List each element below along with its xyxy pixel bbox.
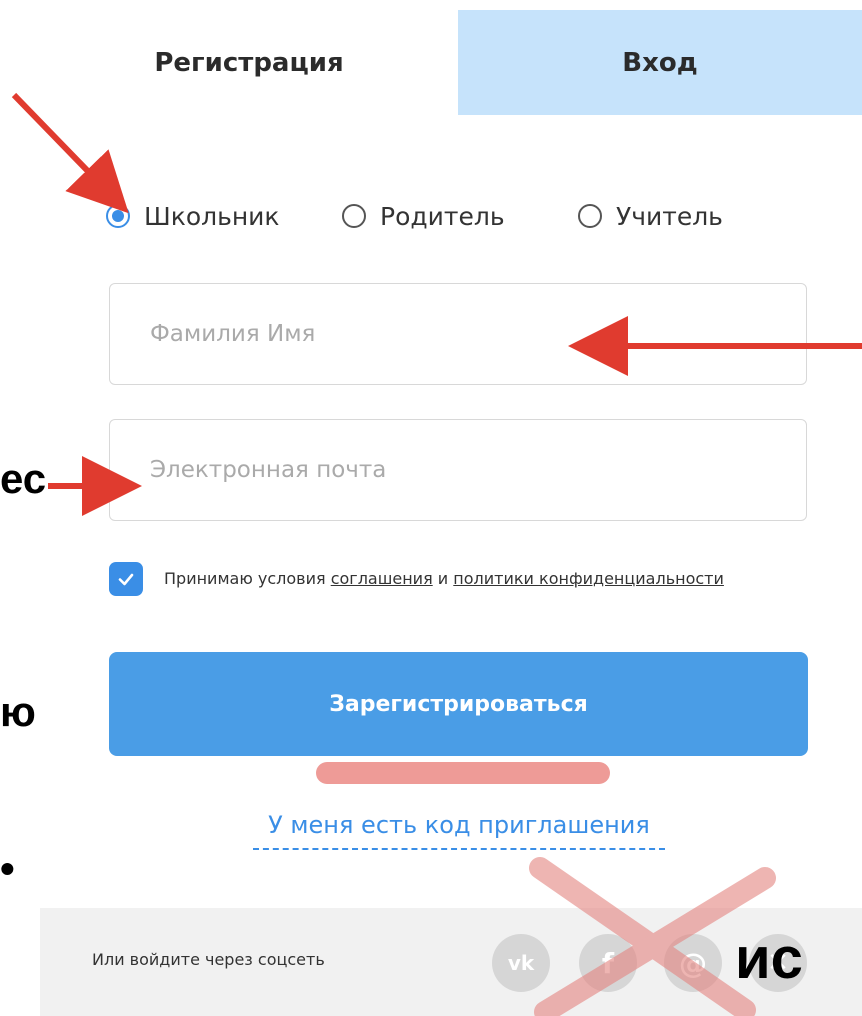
overlay-fragment-4: ис xyxy=(735,926,803,991)
radio-student[interactable] xyxy=(106,204,130,228)
role-option-teacher[interactable]: Учитель xyxy=(578,190,723,242)
check-icon xyxy=(118,573,134,586)
name-field[interactable] xyxy=(109,283,807,385)
agreement-checkbox[interactable] xyxy=(109,562,143,596)
role-label-teacher: Учитель xyxy=(616,201,723,231)
agreement-link[interactable]: соглашения xyxy=(331,569,433,588)
social-login-label: Или войдите через соцсеть xyxy=(92,950,325,969)
role-option-student[interactable]: Школьник xyxy=(106,190,280,242)
email-field[interactable] xyxy=(109,419,807,521)
invite-code-link[interactable]: У меня есть код приглашения xyxy=(253,806,665,850)
agreement-text: Принимаю условия соглашения и политики к… xyxy=(164,564,724,594)
annotation-highlight xyxy=(316,762,610,784)
agreement-prefix: Принимаю условия xyxy=(164,569,331,588)
tab-login-label: Вход xyxy=(622,47,698,78)
facebook-icon[interactable]: f xyxy=(579,934,637,992)
role-option-parent[interactable]: Родитель xyxy=(342,190,505,242)
role-label-student: Школьник xyxy=(144,201,280,231)
agreement-row: Принимаю условия соглашения и политики к… xyxy=(109,560,769,630)
tab-login[interactable]: Вход xyxy=(458,10,862,115)
overlay-fragment-1: ес xyxy=(0,455,47,502)
radio-teacher[interactable] xyxy=(578,204,602,228)
role-label-parent: Родитель xyxy=(380,201,505,231)
tab-register[interactable]: Регистрация xyxy=(40,10,458,115)
overlay-fragment-2: ю xyxy=(0,688,36,735)
privacy-policy-link[interactable]: политики конфиденциальности xyxy=(453,569,724,588)
overlay-fragment-3: • xyxy=(0,845,15,892)
agreement-middle: и xyxy=(432,569,454,588)
radio-parent[interactable] xyxy=(342,204,366,228)
vk-icon[interactable]: vk xyxy=(492,934,550,992)
tab-register-label: Регистрация xyxy=(154,47,344,78)
mail-icon[interactable]: @ xyxy=(664,934,722,992)
register-button[interactable]: Зарегистрироваться xyxy=(109,652,808,756)
role-selector: Школьник Родитель Учитель xyxy=(106,190,806,242)
